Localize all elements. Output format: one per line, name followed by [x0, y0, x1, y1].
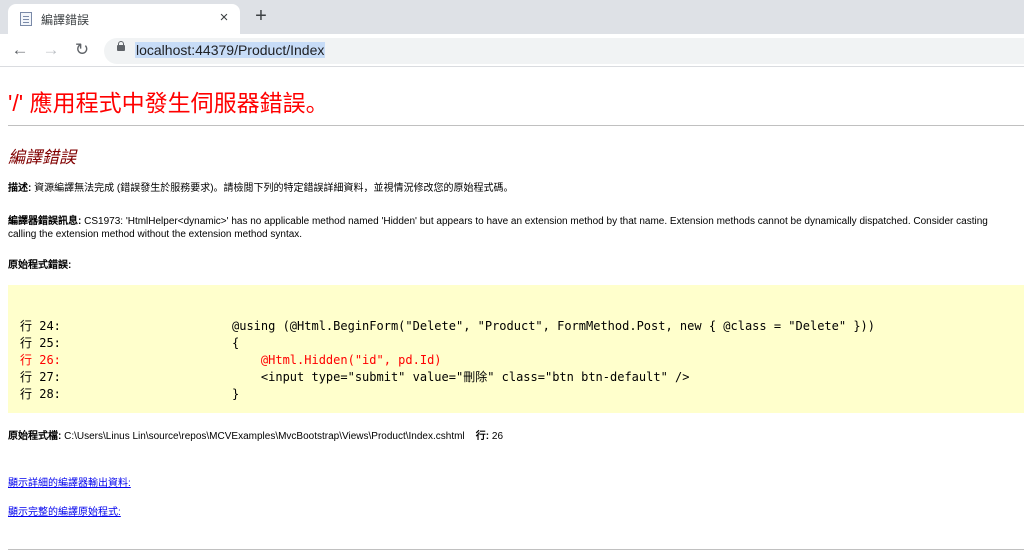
source-code-block: 行 24: @using (@Html.BeginForm("Delete", "…	[8, 285, 1024, 413]
lock-icon[interactable]	[117, 41, 125, 51]
line-label: 行:	[475, 431, 490, 442]
source-file: 原始程式檔: C:\Users\Linus Lin\source\repos\M…	[8, 430, 503, 443]
compiler-output-link[interactable]: 顯示詳細的編譯器輸出資料:	[8, 474, 131, 489]
full-source-link[interactable]: 顯示完整的編譯原始程式:	[8, 503, 121, 518]
source-file-path: C:\Users\Linus Lin\source\repos\MCVExamp…	[61, 431, 465, 442]
description: 描述: 資源編譯無法完成 (錯誤發生於服務要求)。請檢閱下列的特定錯誤詳細資料，…	[8, 182, 514, 195]
description-text: 資源編譯無法完成 (錯誤發生於服務要求)。請檢閱下列的特定錯誤詳細資料，並視情況…	[31, 183, 514, 194]
code-line-error: 行 26: @Html.Hidden("id", pd.Id)	[20, 353, 442, 367]
tab-strip: 編譯錯誤 × +	[0, 0, 1024, 34]
code-line: 行 27: <input type="submit" value="刪除" cl…	[20, 370, 690, 384]
description-label: 描述:	[8, 183, 32, 194]
divider	[8, 549, 1024, 550]
page-icon	[20, 12, 32, 26]
address-bar[interactable]: localhost:44379/Product/Index	[104, 38, 1024, 64]
compiler-text: CS1973: 'HtmlHelper<dynamic>' has no app…	[81, 216, 988, 227]
compiler-message: 編譯器錯誤訊息: CS1973: 'HtmlHelper<dynamic>' h…	[8, 215, 988, 228]
url-text[interactable]: localhost:44379/Product/Index	[135, 42, 326, 58]
tab-close-icon[interactable]: ×	[215, 9, 233, 27]
code-line: 行 25:{	[20, 336, 240, 350]
tab-title: 編譯錯誤	[41, 13, 90, 27]
back-arrow-icon[interactable]: ←	[9, 39, 31, 61]
compiler-label: 編譯器錯誤訊息:	[8, 216, 82, 227]
error-subtitle: 編譯錯誤	[8, 148, 76, 167]
page-title: '/' 應用程式中發生伺服器錯誤。	[8, 90, 329, 116]
divider	[8, 125, 1024, 126]
forward-arrow-icon[interactable]: →	[40, 39, 62, 61]
code-line: 行 24: @using (@Html.BeginForm("Delete", "…	[20, 319, 875, 333]
source-file-label: 原始程式檔:	[8, 431, 62, 442]
compiler-message-cont: calling the extension method without the…	[8, 229, 303, 240]
browser-tab[interactable]: 編譯錯誤 ×	[8, 4, 240, 34]
code-line: 行 28:}	[20, 387, 240, 401]
browser-toolbar: ← → ↻ localhost:44379/Product/Index	[0, 34, 1024, 67]
line-value: 26	[489, 431, 504, 442]
new-tab-button[interactable]: +	[250, 5, 272, 27]
source-error-label: 原始程式錯誤:	[8, 260, 72, 271]
reload-icon[interactable]: ↻	[71, 39, 93, 61]
page-content: '/' 應用程式中發生伺服器錯誤。 編譯錯誤 描述: 資源編譯無法完成 (錯誤發…	[0, 67, 1024, 555]
